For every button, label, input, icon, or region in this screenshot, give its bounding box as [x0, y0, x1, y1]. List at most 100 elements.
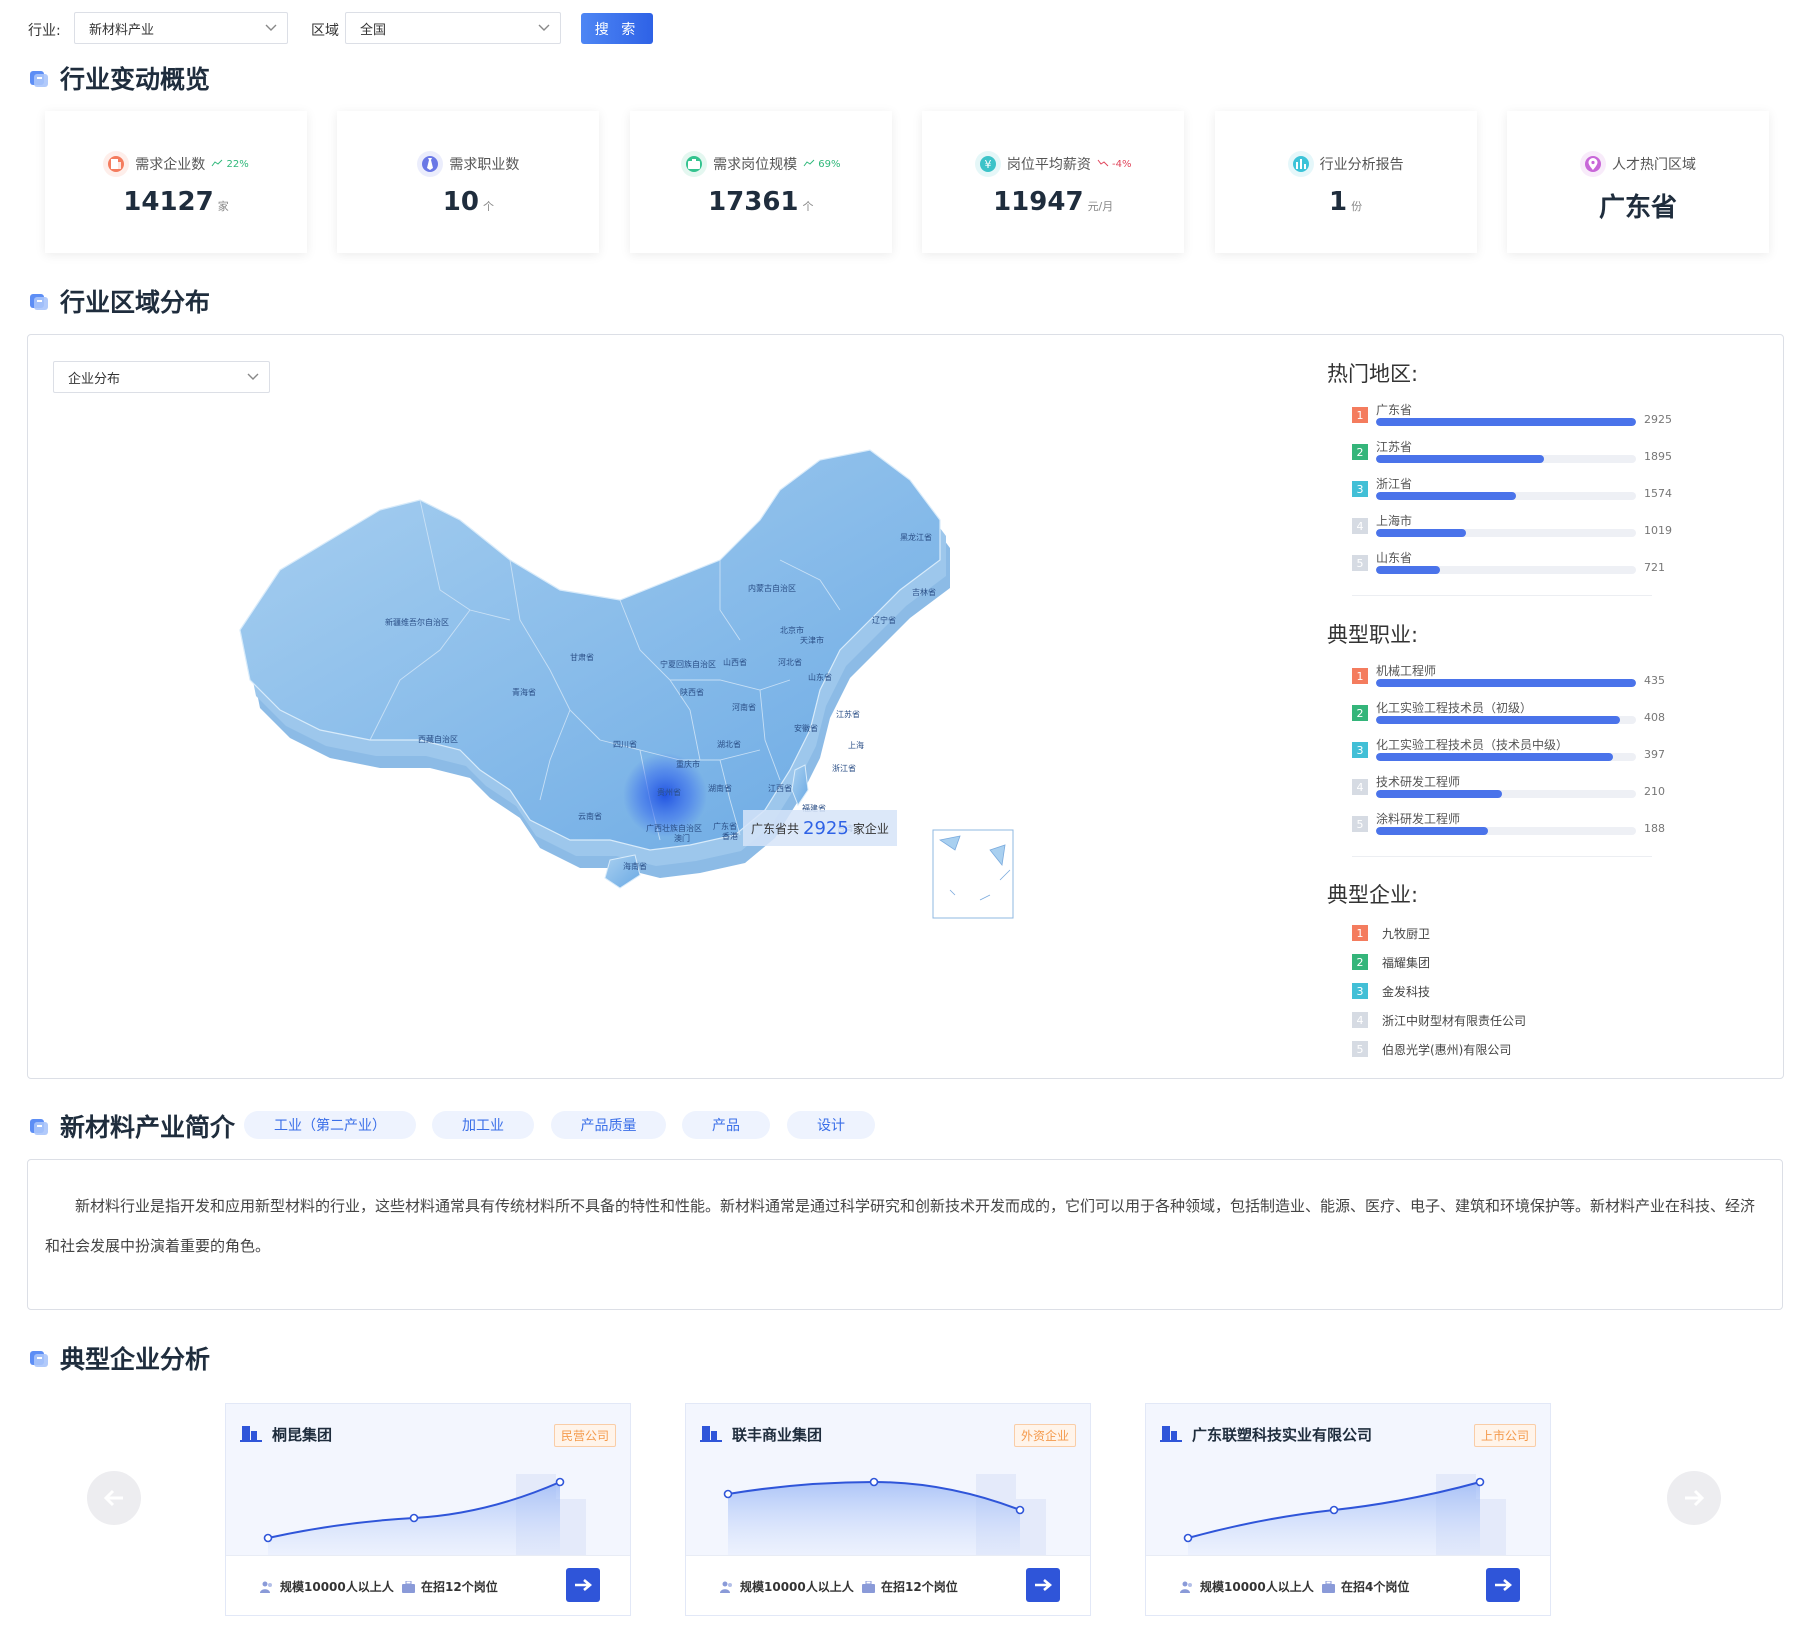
rank-value: 435 — [1644, 674, 1665, 687]
province-label[interactable]: 山西省 — [723, 657, 747, 667]
rank-row[interactable]: 1 机械工程师 435 — [1352, 662, 1672, 692]
province-label[interactable]: 浙江省 — [832, 763, 856, 773]
stat-unit: 个 — [482, 200, 494, 213]
rank-number: 1 — [1352, 668, 1368, 684]
rank-row[interactable]: 3 浙江省 1574 — [1352, 475, 1672, 505]
view-company-button[interactable] — [1026, 1568, 1060, 1602]
search-button[interactable]: 搜 索 — [581, 13, 653, 44]
province-label[interactable]: 吉林省 — [912, 587, 936, 597]
stat-card[interactable]: 需求岗位规模 69% 17361 个 — [629, 111, 892, 253]
cube-icon — [30, 1119, 48, 1135]
hot-regions-title: 热门地区: — [1327, 362, 1419, 386]
rank-number: 3 — [1352, 742, 1368, 758]
company-card[interactable]: 联丰商业集团 外资企业 规模10000人以上人 在招12个岗位 — [685, 1403, 1091, 1616]
rank-row[interactable]: 2 江苏省 1895 — [1352, 438, 1672, 468]
province-label[interactable]: 四川省 — [613, 739, 637, 749]
rank-row[interactable]: 5 涂料研发工程师 188 — [1352, 810, 1672, 840]
province-label[interactable]: 上海 — [848, 740, 864, 750]
province-label[interactable]: 海南省 — [623, 861, 647, 871]
chevron-down-icon — [247, 373, 259, 380]
section-title-overview: 行业变动概览 — [28, 60, 210, 96]
stat-card[interactable]: 行业分析报告 1份 — [1214, 111, 1477, 253]
stat-card[interactable]: 需求企业数 22% 14127 家 — [45, 111, 307, 253]
jobs-info: 在招12个岗位 — [862, 1578, 958, 1595]
stat-card[interactable]: ¥ 岗位平均薪资 -4% 11947 元/月 — [922, 111, 1185, 253]
province-label[interactable]: 陕西省 — [680, 687, 704, 697]
province-label[interactable]: 云南省 — [578, 811, 602, 821]
stat-value: 14127 — [123, 187, 214, 217]
province-label[interactable]: 江西省 — [768, 783, 792, 793]
province-label[interactable]: 北京市 — [780, 625, 804, 635]
map-mode-select[interactable]: 企业分布 — [53, 361, 270, 393]
province-label[interactable]: 甘肃省 — [570, 652, 594, 662]
jobs-info: 在招12个岗位 — [402, 1578, 498, 1595]
province-label[interactable]: 内蒙古自治区 — [748, 583, 796, 593]
rank-name: 浙江省 — [1376, 477, 1413, 491]
trend-arrow-icon — [1097, 159, 1109, 170]
province-label[interactable]: 湖北省 — [717, 739, 741, 749]
stat-card[interactable]: 需求职业数 10 个 — [337, 111, 600, 253]
company-name: 福耀集团 — [1382, 956, 1431, 970]
trend-point — [869, 1477, 879, 1487]
rank-row[interactable]: 4 上海市 1019 — [1352, 512, 1672, 542]
province-label[interactable]: 山东省 — [808, 672, 832, 682]
briefcase-icon — [681, 151, 708, 177]
rank-bar-fill — [1376, 418, 1636, 426]
rank-name: 上海市 — [1376, 514, 1413, 528]
province-label[interactable]: 河北省 — [778, 657, 802, 667]
province-label[interactable]: 贵州省 — [657, 787, 681, 797]
briefcase-icon — [402, 1580, 415, 1593]
rank-name: 化工实验工程技术员（初级） — [1376, 701, 1533, 715]
stat-card[interactable]: 人才热门区域 广东省 — [1507, 111, 1769, 253]
province-label[interactable]: 天津市 — [800, 635, 824, 645]
trend-value: -4% — [1112, 158, 1132, 170]
trend-arrow-icon — [211, 159, 223, 170]
province-label[interactable]: 新疆维吾尔自治区 — [385, 617, 449, 627]
section-title-text: 行业区域分布 — [60, 288, 211, 317]
industry-tag[interactable]: 产品质量 — [551, 1111, 666, 1139]
province-label[interactable]: 澳门 — [674, 833, 690, 843]
province-label[interactable]: 香港 — [722, 831, 738, 841]
company-card[interactable]: 桐昆集团 民营公司 规模10000人以上人 在招12个岗位 — [225, 1403, 631, 1616]
rank-row[interactable]: 4 技术研发工程师 210 — [1352, 773, 1672, 803]
province-label[interactable]: 湖南省 — [708, 783, 732, 793]
jobs-text: 在招12个岗位 — [881, 1580, 958, 1594]
rank-row[interactable]: 5 山东省 721 — [1352, 549, 1672, 579]
province-label[interactable]: 江苏省 — [836, 709, 860, 719]
province-label[interactable]: 宁夏回族自治区 — [660, 659, 716, 669]
rank-row[interactable]: 3 化工实验工程技术员（技术员中级） 397 — [1352, 736, 1672, 766]
province-label[interactable]: 西藏自治区 — [418, 734, 458, 744]
view-company-button[interactable] — [566, 1568, 600, 1602]
rank-row[interactable]: 1 广东省 2925 — [1352, 401, 1672, 431]
company-card[interactable]: 广东联塑科技实业有限公司 上市公司 规模10000人以上人 在招4个岗位 — [1145, 1403, 1551, 1616]
industry-tag[interactable]: 产品 — [682, 1111, 770, 1139]
province-label[interactable]: 广东省 — [713, 821, 737, 831]
china-map[interactable]: 黑龙江省吉林省 内蒙古自治区辽宁省北京市天津市 新疆维吾尔自治区甘肃省宁夏回族自治区… — [220, 440, 1080, 960]
carousel-next-button[interactable] — [1667, 1471, 1721, 1525]
company-name: 浙江中财型材有限责任公司 — [1382, 1014, 1527, 1028]
industry-tag[interactable]: 工业（第二产业） — [244, 1111, 416, 1139]
trend-point — [409, 1513, 419, 1523]
jobs-text: 在招12个岗位 — [421, 1580, 498, 1594]
province-label[interactable]: 辽宁省 — [872, 615, 896, 625]
industry-select[interactable]: 新材料产业 — [74, 12, 288, 44]
rank-number: 3 — [1352, 481, 1368, 497]
province-label[interactable]: 安徽省 — [794, 723, 818, 733]
province-label[interactable]: 河南省 — [732, 702, 756, 712]
province-label[interactable]: 黑龙江省 — [900, 532, 932, 542]
carousel-prev-button[interactable] — [87, 1471, 141, 1525]
rank-value: 210 — [1644, 785, 1665, 798]
company-card-footer: 规模10000人以上人 在招4个岗位 — [1146, 1555, 1550, 1615]
province-label[interactable]: 广西壮族自治区 — [646, 823, 702, 833]
industry-tag[interactable]: 设计 — [787, 1111, 875, 1139]
region-select[interactable]: 全国 — [345, 12, 561, 44]
rank-bar-track — [1376, 529, 1636, 537]
building-icon — [103, 151, 130, 177]
rank-bar-track — [1376, 679, 1636, 687]
rank-bar-track — [1376, 790, 1636, 798]
view-company-button[interactable] — [1486, 1568, 1520, 1602]
rank-row[interactable]: 2 化工实验工程技术员（初级） 408 — [1352, 699, 1672, 729]
industry-tag[interactable]: 加工业 — [432, 1111, 534, 1139]
province-label[interactable]: 青海省 — [512, 687, 536, 697]
province-label[interactable]: 重庆市 — [676, 759, 700, 769]
